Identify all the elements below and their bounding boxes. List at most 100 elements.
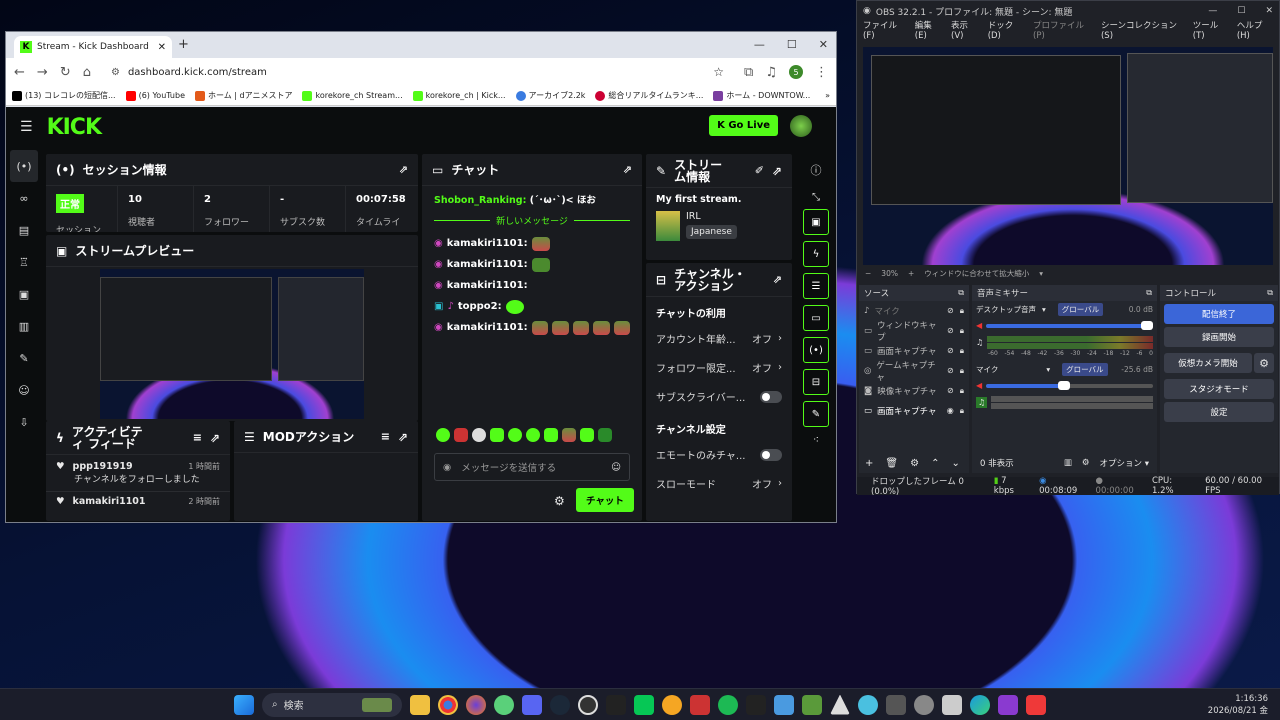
lock-icon[interactable]: 🔒︎ xyxy=(960,406,964,416)
line-icon[interactable] xyxy=(634,694,654,715)
close-icon[interactable]: ✕ xyxy=(819,38,828,51)
popout-icon[interactable]: ⇗ xyxy=(398,430,408,444)
filter-icon[interactable]: ≡ xyxy=(193,431,202,444)
up-icon[interactable]: ⌃ xyxy=(931,458,939,469)
analytics-nav-icon[interactable]: ▤ xyxy=(10,214,38,246)
lock-icon[interactable]: 🔒︎ xyxy=(960,326,964,336)
back-icon[interactable]: ← xyxy=(14,65,25,80)
rail-channel-button[interactable]: ⊟ xyxy=(803,369,829,395)
source-item[interactable]: ♪ マイク ⊘ 🔒︎ xyxy=(859,301,969,321)
zoom-out-icon[interactable]: − xyxy=(865,269,871,278)
virtual-camera-settings-icon[interactable]: ⚙ xyxy=(1254,353,1274,373)
forward-icon[interactable]: → xyxy=(37,65,48,80)
source-item[interactable]: ◎ ゲームキャプチャ ⊘ 🔒︎ xyxy=(859,361,969,383)
community-nav-icon[interactable]: ☺ xyxy=(10,374,38,406)
emote-icon[interactable] xyxy=(526,428,540,442)
bookmark-star-icon[interactable]: ☆ xyxy=(713,65,724,79)
emote-icon[interactable] xyxy=(562,428,576,442)
settings-button[interactable]: 設定 xyxy=(1164,402,1274,422)
chat-send-button[interactable]: チャット xyxy=(576,488,634,512)
trophy-nav-icon[interactable]: ♖ xyxy=(10,246,38,278)
hidden-eye-icon[interactable]: ⊘ xyxy=(947,346,954,356)
new-tab-button[interactable]: + xyxy=(178,37,189,52)
site-info-icon[interactable]: ⚙ xyxy=(111,67,120,78)
popout-icon[interactable]: ⇗ xyxy=(399,163,408,176)
taskbar-search[interactable]: ⌕ 検索 xyxy=(262,692,402,717)
trash-icon[interactable]: 🗑︎ xyxy=(885,458,898,469)
stop-streaming-button[interactable]: 配信終了 xyxy=(1164,304,1274,324)
bookmark-item[interactable]: アーカイブ2.2k xyxy=(515,90,585,101)
emote-icon[interactable] xyxy=(454,428,468,442)
menu-view[interactable]: 表示(V) xyxy=(951,19,979,41)
menu-help[interactable]: ヘルプ(H) xyxy=(1237,19,1273,41)
setting-row[interactable]: スローモード オフ › xyxy=(646,469,792,498)
lock-icon[interactable]: 🔒︎ xyxy=(960,346,964,356)
hamburger-menu-icon[interactable]: ☰ xyxy=(20,119,33,135)
rail-lightning-button[interactable]: ϟ xyxy=(803,241,829,267)
browser-tab[interactable]: K Stream - Kick Dashboard ✕ xyxy=(14,36,172,58)
stats-nav-icon[interactable]: ▥ xyxy=(10,310,38,342)
app-icon[interactable] xyxy=(830,694,850,715)
bookmark-item[interactable]: korekore_ch Stream... xyxy=(302,90,403,101)
minimize-icon[interactable]: — xyxy=(754,38,765,51)
minimize-icon[interactable]: — xyxy=(1208,6,1217,16)
chrome-icon[interactable] xyxy=(438,694,458,715)
source-item[interactable]: ◙ 映像キャプチャ ⊘ 🔒︎ xyxy=(859,381,969,401)
emote-icon[interactable] xyxy=(472,428,486,442)
popout-icon[interactable]: ⇗ xyxy=(623,163,632,176)
volume-slider[interactable] xyxy=(986,380,1153,390)
app-icon[interactable] xyxy=(998,694,1018,715)
down-icon[interactable]: ⌄ xyxy=(951,458,959,469)
steam-icon[interactable] xyxy=(550,694,570,715)
maximize-icon[interactable]: ☐ xyxy=(787,38,797,51)
stream-nav-icon[interactable]: (•) xyxy=(10,150,38,182)
menu-scene-collection[interactable]: シーンコレクション(S) xyxy=(1101,19,1184,41)
emote-icon[interactable] xyxy=(508,428,522,442)
home-icon[interactable]: ⌂ xyxy=(83,65,91,80)
reload-icon[interactable]: ↻ xyxy=(60,65,71,80)
info-icon[interactable]: ⓘ xyxy=(798,162,834,178)
user-avatar[interactable] xyxy=(790,115,812,137)
bookmark-item[interactable]: korekore_ch | Kick... xyxy=(412,90,506,101)
chat-settings-icon[interactable]: ⚙ xyxy=(554,494,565,508)
setting-row[interactable]: アカウント年齢... オフ › xyxy=(646,324,792,353)
dock-popout-icon[interactable]: ⧉ xyxy=(1267,288,1273,298)
chat-input[interactable]: ◉ メッセージを送信する ☺ xyxy=(434,453,630,481)
minecraft-icon[interactable] xyxy=(802,694,822,715)
spotify-icon[interactable] xyxy=(718,694,738,715)
media-icon[interactable]: ♫ xyxy=(765,65,777,80)
source-item[interactable]: ▭ 画面キャプチャ ⊘ 🔒︎ xyxy=(859,341,969,361)
bookmark-item[interactable]: 総合リアルタイムランキ... xyxy=(595,90,703,101)
menu-profile[interactable]: プロファイル(P) xyxy=(1033,19,1092,41)
app-icon[interactable] xyxy=(494,694,514,715)
kick-logo[interactable]: KICK xyxy=(47,115,102,140)
windows-start-icon[interactable] xyxy=(234,694,254,715)
emote-icon[interactable] xyxy=(436,428,450,442)
bookmark-item[interactable]: (13) コレコレの短配信... xyxy=(12,90,116,101)
lock-icon[interactable]: 🔒︎ xyxy=(960,386,964,396)
headphone-icon[interactable]: ♫ xyxy=(976,338,983,347)
app-icon[interactable] xyxy=(886,694,906,715)
speaker-muted-icon[interactable]: ◀ xyxy=(976,381,982,390)
layout-icon[interactable]: ▥ xyxy=(1064,458,1072,468)
studio-mode-button[interactable]: スタジオモード xyxy=(1164,379,1274,399)
zoom-in-icon[interactable]: + xyxy=(908,269,914,278)
hidden-eye-icon[interactable]: ⊘ xyxy=(947,326,954,336)
app-icon[interactable] xyxy=(606,694,626,715)
hidden-eye-icon[interactable]: ⊘ xyxy=(947,366,954,376)
subscriber-toggle[interactable] xyxy=(760,390,782,403)
headphone-active-icon[interactable]: ♫ xyxy=(976,397,988,408)
browser-menu-icon[interactable]: ⋮ xyxy=(815,65,828,80)
speaker-muted-icon[interactable]: ◀ xyxy=(976,321,982,330)
add-icon[interactable]: + xyxy=(865,458,873,469)
bookmark-item[interactable]: ホーム | dアニメストア xyxy=(195,90,292,101)
start-recording-button[interactable]: 録画開始 xyxy=(1164,327,1274,347)
rail-wrench-button[interactable]: ✎ xyxy=(803,401,829,427)
extensions-icon[interactable]: ⧉ xyxy=(744,65,753,80)
go-live-button[interactable]: K Go Live xyxy=(709,115,778,136)
menu-dock[interactable]: ドック(D) xyxy=(988,19,1024,41)
url-field[interactable]: ⚙ dashboard.kick.com/stream ☆ xyxy=(102,62,733,82)
discord-icon[interactable] xyxy=(522,694,542,715)
dock-popout-icon[interactable]: ⧉ xyxy=(958,288,964,298)
source-item[interactable]: ▭ ウィンドウキャプ ⊘ 🔒︎ xyxy=(859,321,969,343)
